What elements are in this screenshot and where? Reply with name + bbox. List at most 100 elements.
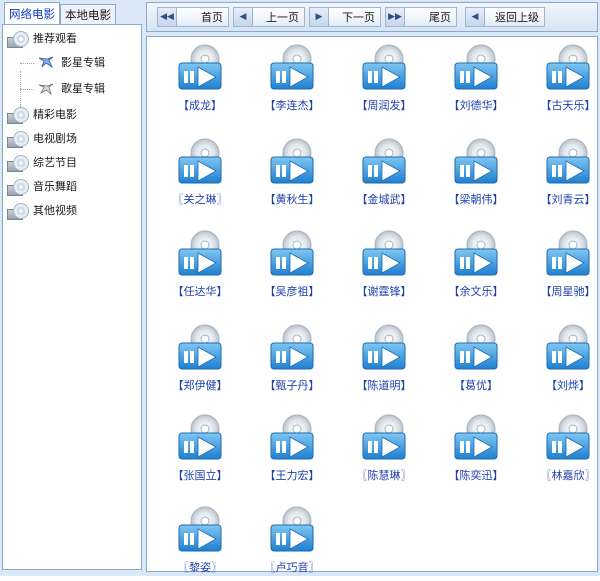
tree-item-tv[interactable]: 电视剧场	[7, 129, 77, 149]
tree-item-label: 电视剧场	[33, 132, 77, 145]
video-disc-icon	[543, 137, 593, 187]
video-disc-icon	[175, 323, 225, 373]
video-item[interactable]: 【刘青云】	[523, 135, 600, 213]
tree-item-music[interactable]: 音乐舞蹈	[7, 177, 77, 197]
video-item[interactable]: 【王力宏】	[247, 411, 327, 489]
video-disc-icon	[175, 413, 225, 463]
video-item[interactable]: 【成龙】	[155, 41, 235, 119]
video-item[interactable]: 【周星驰】	[523, 227, 600, 305]
video-disc-icon	[359, 323, 409, 373]
video-disc-icon	[175, 137, 225, 187]
video-item[interactable]: 【吴彦祖】	[247, 227, 327, 305]
video-item-label: 【葛优】	[454, 379, 498, 392]
video-grid: 【成龙】 【李连杰】 【周润发】 【刘德华】 【古天乐】 〖关之琳〗 【黄秋生】…	[146, 36, 600, 574]
disc-folder-icon	[7, 155, 29, 172]
video-item[interactable]: 【葛优】	[431, 321, 511, 399]
video-item[interactable]: 【任达华】	[155, 227, 235, 305]
video-item[interactable]: 〖黎姿〗	[155, 503, 235, 581]
video-item-label: 【郑伊健】	[172, 379, 228, 392]
app-window: 网络电影 本地电影 推荐观看 影星专辑 歌星专辑 精彩电影 电视剧场 综艺节目 …	[0, 0, 600, 576]
disc-folder-icon	[7, 107, 29, 124]
video-item[interactable]: 〖林嘉欣〗	[523, 411, 600, 489]
video-item[interactable]: 【刘烨】	[523, 321, 600, 399]
tree-item-label: 音乐舞蹈	[33, 180, 77, 193]
right-arrow-icon: ▶	[310, 8, 329, 26]
double-left-arrow-icon: ◀◀	[158, 8, 177, 26]
video-item[interactable]: 【郑伊健】	[155, 321, 235, 399]
video-item[interactable]: 【梁朝伟】	[431, 135, 511, 213]
tree-connector	[20, 63, 34, 64]
first-page-button[interactable]: ◀◀ 首页	[157, 7, 229, 27]
video-item-label: 〖林嘉欣〗	[540, 469, 596, 482]
video-item-label: 【周润发】	[356, 99, 412, 112]
video-disc-icon	[267, 505, 317, 555]
video-item[interactable]: 【甄子丹】	[247, 321, 327, 399]
video-item-label: 【刘烨】	[546, 379, 590, 392]
video-disc-icon	[451, 229, 501, 279]
video-item-label: 【张国立】	[172, 469, 228, 482]
disc-folder-icon	[7, 31, 29, 48]
tree-item-other[interactable]: 其他视频	[7, 201, 77, 221]
video-item[interactable]: 【余文乐】	[431, 227, 511, 305]
video-item[interactable]: 【陈奕迅】	[431, 411, 511, 489]
video-item-label: 【吴彦祖】	[264, 285, 320, 298]
video-item[interactable]: 【张国立】	[155, 411, 235, 489]
video-item-label: 【余文乐】	[448, 285, 504, 298]
video-item[interactable]: 【黄秋生】	[247, 135, 327, 213]
video-item[interactable]: 【金城武】	[339, 135, 419, 213]
video-item-label: 【陈道明】	[356, 379, 412, 392]
singer-album-icon	[37, 81, 55, 97]
video-item-label: 【刘青云】	[540, 193, 596, 206]
prev-page-button[interactable]: ◀ 上一页	[233, 7, 305, 27]
next-page-button[interactable]: ▶ 下一页	[309, 7, 381, 27]
video-item-label: 【任达华】	[172, 285, 228, 298]
star-album-icon	[37, 55, 55, 71]
back-arrow-icon: ◀	[466, 8, 485, 26]
video-item[interactable]: 【古天乐】	[523, 41, 600, 119]
last-page-button[interactable]: ▶▶ 尾页	[385, 7, 457, 27]
video-item[interactable]: 〖关之琳〗	[155, 135, 235, 213]
video-item-label: 【金城武】	[356, 193, 412, 206]
tree-item-stars[interactable]: 影星专辑	[37, 53, 105, 73]
video-item-label: 【王力宏】	[264, 469, 320, 482]
disc-folder-icon	[7, 131, 29, 148]
video-item-label: 〖关之琳〗	[172, 193, 228, 206]
tree-item-recommended[interactable]: 推荐观看	[7, 29, 77, 49]
video-disc-icon	[175, 43, 225, 93]
video-item-label: 【甄子丹】	[264, 379, 320, 392]
video-item-label: 【梁朝伟】	[448, 193, 504, 206]
video-item-label: 〖陈慧琳〗	[356, 469, 412, 482]
tree-item-label: 歌星专辑	[61, 82, 105, 95]
video-disc-icon	[451, 413, 501, 463]
video-item-label: 【古天乐】	[540, 99, 596, 112]
video-disc-icon	[543, 413, 593, 463]
tree-item-variety[interactable]: 综艺节目	[7, 153, 77, 173]
video-item[interactable]: 【周润发】	[339, 41, 419, 119]
video-item-label: 【黄秋生】	[264, 193, 320, 206]
video-disc-icon	[267, 323, 317, 373]
back-up-button[interactable]: ◀ 返回上级	[465, 7, 545, 27]
video-item-label: 【周星驰】	[540, 285, 596, 298]
video-item-label: 【陈奕迅】	[448, 469, 504, 482]
disc-folder-icon	[7, 179, 29, 196]
video-item[interactable]: 【刘德华】	[431, 41, 511, 119]
tree-item-singers[interactable]: 歌星专辑	[37, 79, 105, 99]
video-disc-icon	[543, 43, 593, 93]
video-item[interactable]: 【陈道明】	[339, 321, 419, 399]
video-item[interactable]: 【谢霆锋】	[339, 227, 419, 305]
tree-item-featured[interactable]: 精彩电影	[7, 105, 77, 125]
pagination-toolbar: ◀◀ 首页 ◀ 上一页 ▶ 下一页 ▶▶ 尾页 ◀ 返回上级	[146, 2, 598, 32]
video-item[interactable]: 〖卢巧音〗	[247, 503, 327, 581]
tab-online-movies[interactable]: 网络电影	[4, 2, 60, 24]
tree-connector	[20, 89, 34, 90]
video-item[interactable]: 〖陈慧琳〗	[339, 411, 419, 489]
video-item-label: 【成龙】	[178, 99, 222, 112]
tab-local-movies[interactable]: 本地电影	[60, 4, 116, 24]
video-item-label: 【李连杰】	[264, 99, 320, 112]
video-item[interactable]: 【李连杰】	[247, 41, 327, 119]
video-disc-icon	[175, 229, 225, 279]
video-disc-icon	[267, 229, 317, 279]
left-arrow-icon: ◀	[234, 8, 253, 26]
video-disc-icon	[359, 137, 409, 187]
disc-folder-icon	[7, 203, 29, 220]
